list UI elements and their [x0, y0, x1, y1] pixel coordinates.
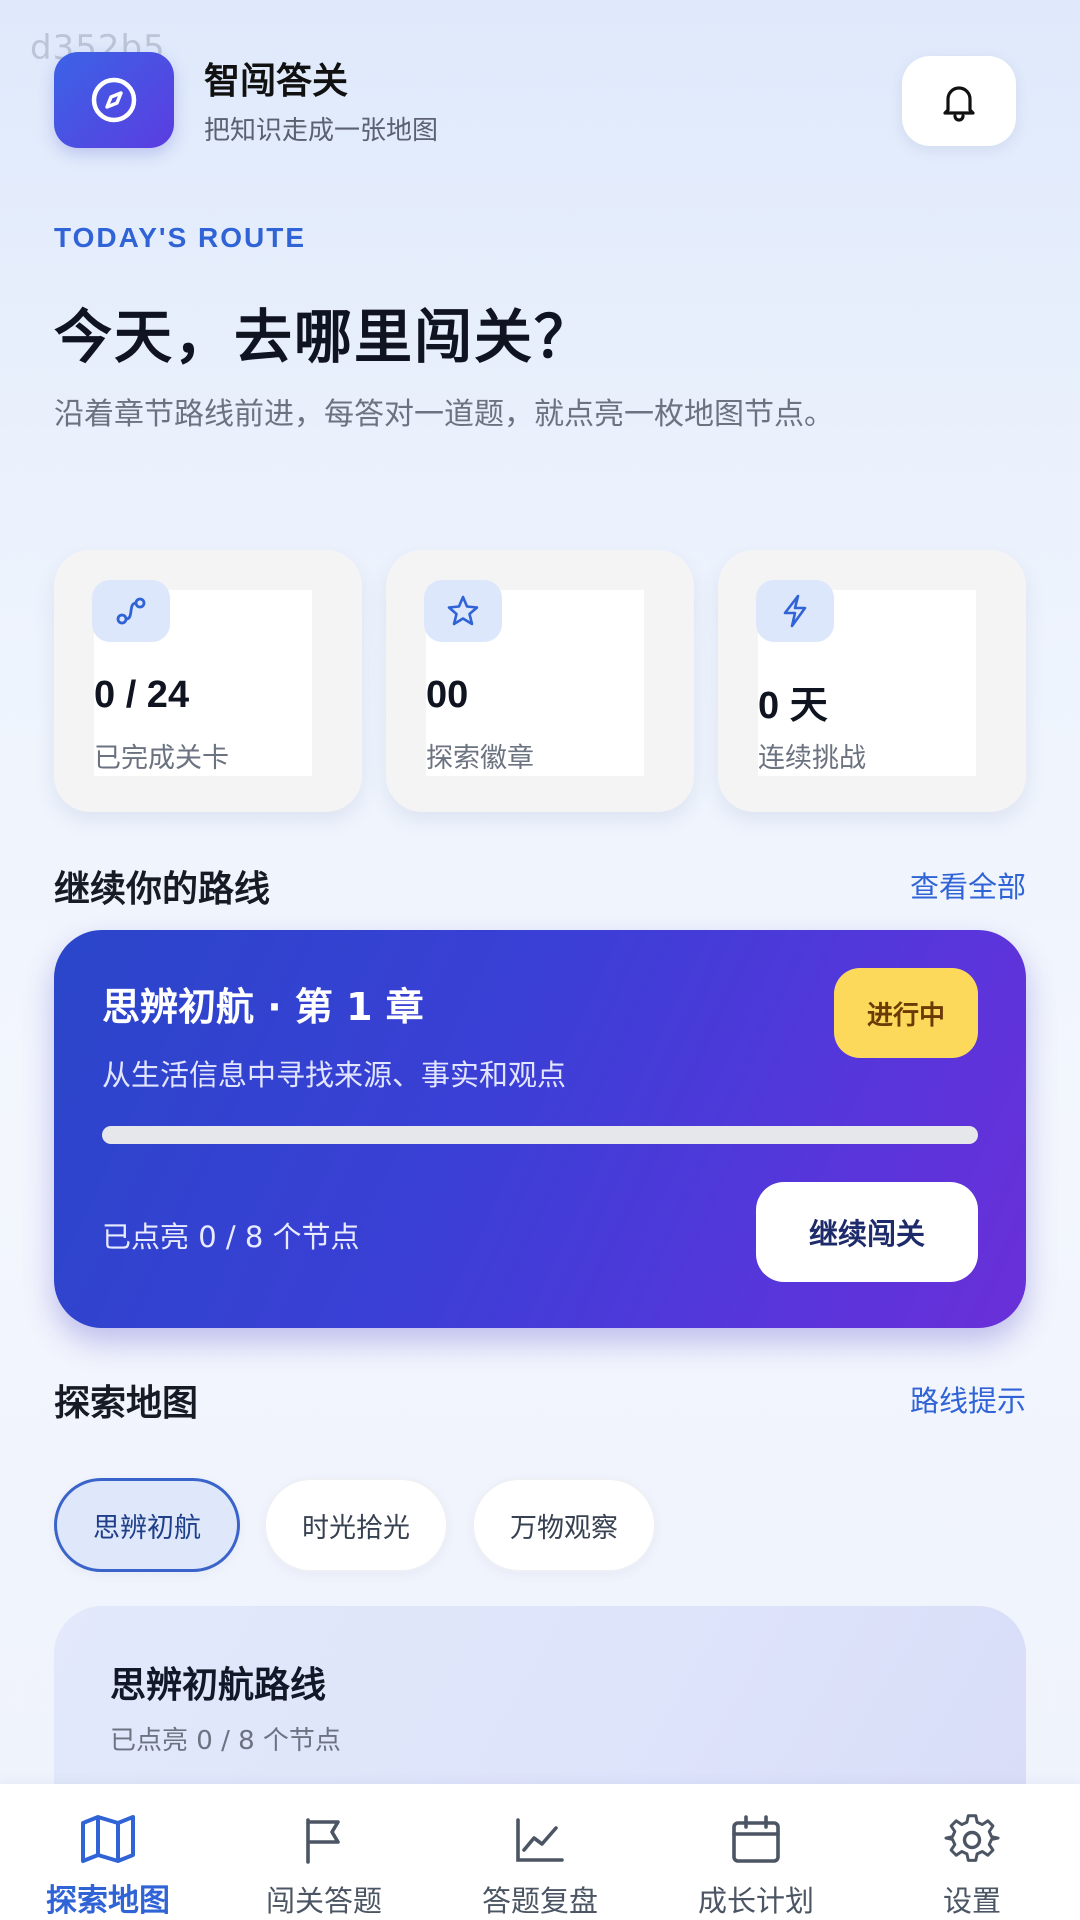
route-card-title: 思辨初航路线	[110, 1665, 327, 1706]
route-icon	[92, 580, 170, 642]
continue-section-title: 继续你的路线	[54, 869, 271, 910]
nav-label: 答题复盘	[481, 1884, 598, 1918]
calendar-icon	[726, 1812, 786, 1868]
stat-value: 0 / 24	[94, 674, 190, 716]
gear-icon	[942, 1812, 1002, 1868]
nav-item-review[interactable]: 答题复盘	[432, 1784, 648, 1920]
notification-button[interactable]	[902, 56, 1016, 146]
status-badge: 进行中	[834, 968, 978, 1058]
chapter-nodes-count: 已点亮 0 / 8 个节点	[102, 1220, 360, 1254]
nav-item-map[interactable]: 探索地图	[0, 1784, 216, 1920]
stat-card-streak: 0 天 连续挑战	[718, 550, 1026, 812]
stat-value: 00	[426, 674, 469, 716]
continue-button[interactable]: 继续闯关	[756, 1182, 978, 1282]
chapter-progress-bar	[102, 1126, 978, 1144]
map-icon	[78, 1812, 138, 1865]
compass-icon	[54, 52, 174, 148]
stats-row: 0 / 24 已完成关卡 00 探索徽章 0 天 连续挑战	[54, 550, 1026, 812]
nav-item-quiz[interactable]: 闯关答题	[216, 1784, 432, 1920]
star-icon	[424, 580, 502, 642]
app-title: 智闯答关	[204, 61, 349, 102]
nav-item-plan[interactable]: 成长计划	[648, 1784, 864, 1920]
bottom-nav: 探索地图 闯关答题 答题复盘 成长计划 设置	[0, 1784, 1080, 1920]
chip-sibian[interactable]: 思辨初航	[54, 1478, 240, 1572]
nav-label: 设置	[942, 1884, 1001, 1918]
route-card-subtitle: 已点亮 0 / 8 个节点	[110, 1726, 341, 1756]
view-all-link[interactable]: 查看全部	[910, 864, 1026, 906]
chapter-title: 思辨初航 · 第 1 章	[102, 985, 424, 1029]
flag-icon	[294, 1812, 354, 1868]
app-header: 智闯答关 把知识走成一张地图	[54, 52, 1016, 148]
route-tips-link[interactable]: 路线提示	[910, 1378, 1026, 1420]
stat-value: 0 天	[758, 685, 828, 727]
chart-line-icon	[510, 1812, 570, 1868]
map-section-title: 探索地图	[54, 1383, 199, 1424]
stat-card-badges: 00 探索徽章	[386, 550, 694, 812]
lightning-icon	[756, 580, 834, 642]
nav-label: 探索地图	[46, 1883, 170, 1919]
hero-description: 沿着章节路线前进，每答对一道题，就点亮一枚地图节点。	[54, 397, 834, 432]
chip-shiguang[interactable]: 时光拾光	[264, 1478, 448, 1572]
chapter-description: 从生活信息中寻找来源、事实和观点	[102, 1058, 567, 1092]
bell-icon	[943, 86, 975, 122]
stat-label: 已完成关卡	[94, 743, 229, 774]
nav-label: 成长计划	[697, 1884, 814, 1918]
nav-label: 闯关答题	[265, 1884, 382, 1918]
stat-card-levels: 0 / 24 已完成关卡	[54, 550, 362, 812]
nav-item-settings[interactable]: 设置	[864, 1784, 1080, 1920]
stat-label: 探索徽章	[426, 743, 534, 774]
route-eyebrow: TODAY'S ROUTE	[54, 222, 307, 253]
chapter-chips: 思辨初航 时光拾光 万物观察	[54, 1478, 656, 1572]
chapter-card[interactable]: 思辨初航 · 第 1 章 进行中 从生活信息中寻找来源、事实和观点 已点亮 0 …	[54, 930, 1026, 1328]
stat-label: 连续挑战	[758, 743, 866, 774]
page-title: 今天，去哪里闯关？	[54, 303, 595, 371]
app-subtitle: 把知识走成一张地图	[204, 116, 439, 146]
chip-wanwu[interactable]: 万物观察	[472, 1478, 656, 1572]
